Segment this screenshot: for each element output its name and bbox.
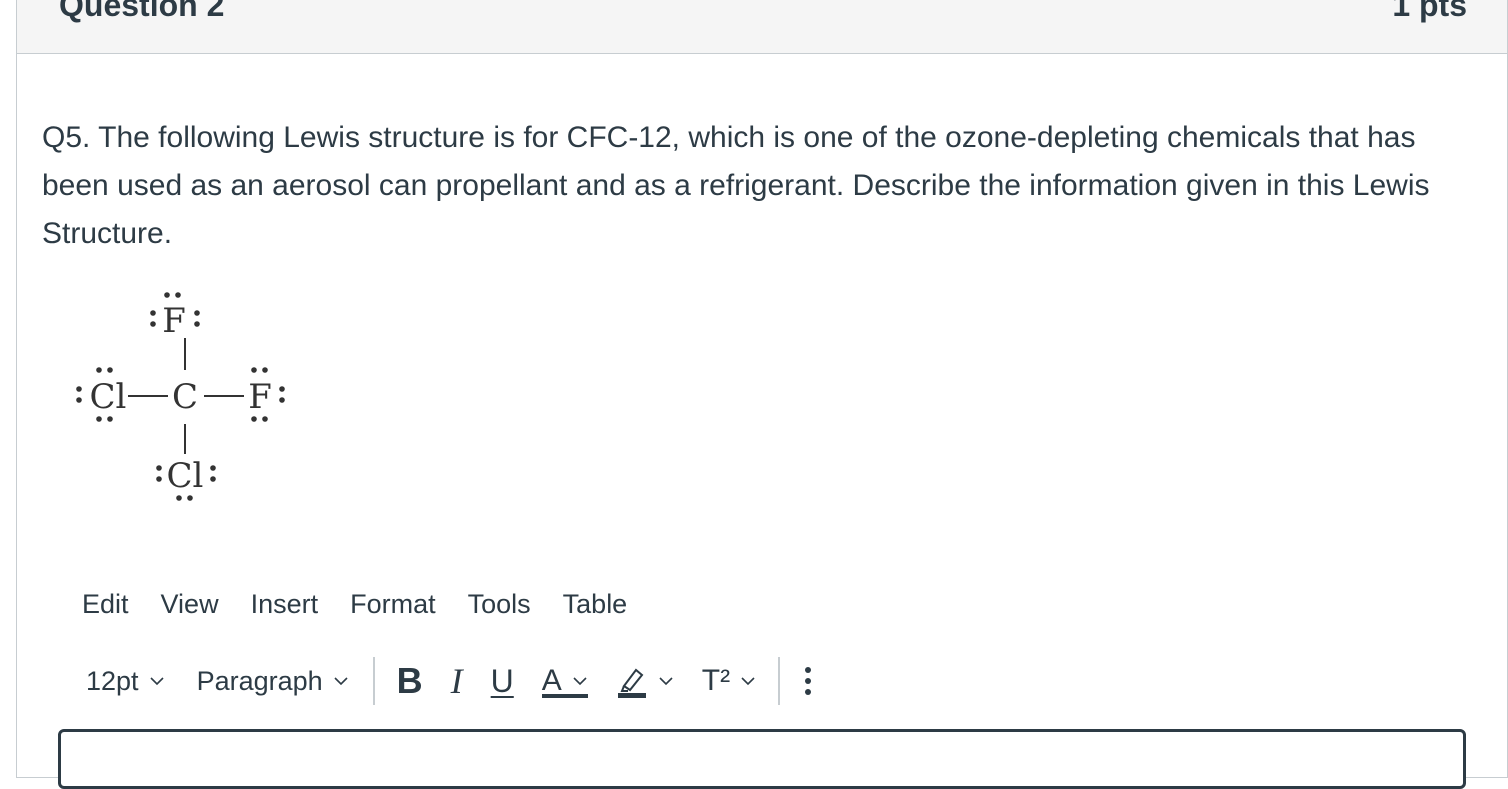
underline-button[interactable]: U bbox=[477, 656, 528, 706]
lewis-atom-center: C bbox=[172, 377, 198, 417]
more-vertical-icon bbox=[805, 667, 812, 695]
more-options-button[interactable] bbox=[788, 656, 828, 706]
answer-editor[interactable] bbox=[58, 729, 1466, 789]
chevron-down-icon bbox=[659, 677, 673, 686]
text-color-button[interactable]: A bbox=[528, 656, 602, 706]
chevron-down-icon bbox=[149, 677, 164, 686]
lewis-atom-left: Cl bbox=[90, 377, 127, 417]
menu-view[interactable]: View bbox=[145, 586, 235, 626]
text-color-swatch bbox=[541, 694, 588, 698]
lewis-structure-image: F Cl C F Cl bbox=[76, 292, 285, 501]
text-color-icon: A bbox=[541, 664, 562, 697]
highlight-color-button[interactable] bbox=[602, 656, 688, 706]
menu-insert[interactable]: Insert bbox=[235, 586, 335, 626]
block-format-select[interactable]: Paragraph bbox=[181, 656, 365, 706]
highlighter-icon bbox=[617, 668, 646, 698]
font-size-select[interactable]: 12pt bbox=[70, 656, 181, 706]
superscript-button[interactable]: T² bbox=[688, 656, 770, 706]
editor-toolbar: 12pt Paragraph B I U A T² bbox=[70, 656, 828, 706]
chevron-down-icon bbox=[334, 677, 348, 686]
question-header: Question 2 1 pts bbox=[17, 0, 1507, 54]
editor-menubar: Edit View Insert Format Tools Table bbox=[66, 586, 643, 626]
menu-table[interactable]: Table bbox=[547, 586, 644, 626]
italic-button[interactable]: I bbox=[437, 656, 477, 706]
font-size-value: 12pt bbox=[86, 665, 139, 696]
question-points: 1 pts bbox=[1392, 0, 1467, 23]
menu-edit[interactable]: Edit bbox=[66, 586, 145, 626]
block-format-value: Paragraph bbox=[196, 665, 323, 696]
lewis-atom-right: F bbox=[248, 377, 272, 417]
bold-button[interactable]: B bbox=[383, 656, 437, 706]
toolbar-divider bbox=[372, 657, 375, 705]
superscript-icon: T² bbox=[701, 664, 731, 697]
question-text: Q5. The following Lewis structure is for… bbox=[42, 121, 1430, 250]
chevron-down-icon bbox=[573, 677, 587, 686]
chevron-down-icon bbox=[741, 677, 755, 686]
menu-format[interactable]: Format bbox=[334, 586, 452, 626]
toolbar-divider bbox=[778, 657, 781, 705]
question-title: Question 2 bbox=[59, 0, 225, 23]
menu-tools[interactable]: Tools bbox=[452, 586, 547, 626]
lewis-atom-top: F bbox=[162, 301, 186, 341]
lewis-atom-bottom: Cl bbox=[167, 456, 204, 496]
